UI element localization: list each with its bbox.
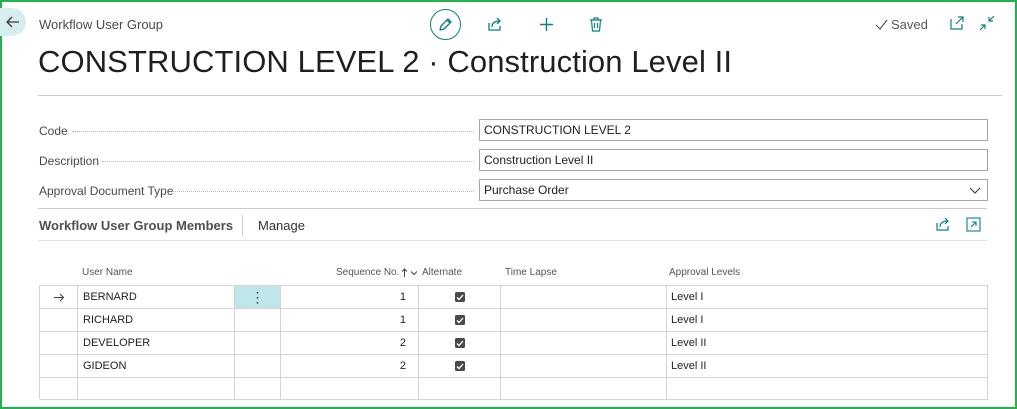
time-lapse-cell[interactable] bbox=[501, 286, 667, 308]
trash-icon bbox=[590, 16, 602, 32]
description-leader bbox=[102, 161, 474, 162]
row-menu-cell[interactable] bbox=[235, 332, 281, 354]
vertical-ellipsis-icon: ⋮ bbox=[250, 289, 265, 305]
approval-document-type-select[interactable]: Purchase Order bbox=[479, 179, 988, 201]
delete-button[interactable] bbox=[585, 9, 607, 39]
approval-level-cell[interactable]: Level I bbox=[667, 286, 988, 308]
right-arrow-icon bbox=[53, 293, 64, 301]
column-header-alternate[interactable]: Alternate bbox=[422, 267, 462, 278]
approval-document-type-leader bbox=[172, 191, 474, 192]
row-menu-button[interactable]: ⋮ bbox=[235, 286, 281, 308]
collapse-icon bbox=[979, 15, 995, 31]
part-header-divider bbox=[38, 240, 987, 241]
approval-level-cell[interactable]: Level II bbox=[667, 332, 988, 354]
new-table-row[interactable] bbox=[40, 377, 988, 400]
open-in-new-window-button[interactable] bbox=[949, 15, 967, 33]
chevron-down-icon bbox=[411, 270, 418, 275]
open-in-new-window-icon bbox=[950, 16, 964, 30]
user-name-cell[interactable]: BERNARD bbox=[78, 286, 235, 308]
pencil-icon bbox=[439, 18, 452, 31]
column-header-time-lapse[interactable]: Time Lapse bbox=[505, 267, 557, 278]
row-selector[interactable] bbox=[40, 378, 78, 400]
approval-document-type-label: Approval Document Type bbox=[39, 184, 174, 198]
expand-icon bbox=[966, 217, 981, 232]
checkbox-checked-icon bbox=[454, 361, 465, 371]
row-selector[interactable] bbox=[40, 355, 78, 377]
user-name-cell[interactable]: DEVELOPER bbox=[78, 332, 235, 354]
row-menu-cell[interactable] bbox=[235, 378, 281, 400]
manage-button[interactable]: Manage bbox=[258, 218, 305, 233]
sequence-no-cell[interactable]: 2 bbox=[281, 355, 419, 377]
time-lapse-cell[interactable] bbox=[501, 309, 667, 331]
alternate-checkbox[interactable] bbox=[419, 309, 501, 331]
page-title: CONSTRUCTION LEVEL 2 · Construction Leve… bbox=[38, 44, 733, 79]
table-row[interactable]: GIDEON 2 Level II bbox=[40, 354, 988, 377]
approval-level-cell[interactable]: Level I bbox=[667, 309, 988, 331]
column-header-sequence-no[interactable]: Sequence No. bbox=[336, 267, 418, 278]
description-label: Description bbox=[39, 154, 100, 168]
part-share-button[interactable] bbox=[935, 217, 951, 233]
members-part-title[interactable]: Workflow User Group Members bbox=[39, 218, 233, 233]
approval-document-type-value: Purchase Order bbox=[484, 183, 569, 197]
code-input[interactable] bbox=[479, 119, 988, 141]
sequence-no-cell[interactable] bbox=[281, 378, 419, 400]
sequence-no-cell[interactable]: 2 bbox=[281, 332, 419, 354]
time-lapse-cell[interactable] bbox=[501, 355, 667, 377]
column-header-user-name[interactable]: User Name bbox=[82, 267, 133, 278]
time-lapse-cell[interactable] bbox=[501, 378, 667, 400]
user-name-cell[interactable]: GIDEON bbox=[78, 355, 235, 377]
checkbox-checked-icon bbox=[454, 338, 465, 348]
user-name-cell[interactable]: RICHARD bbox=[78, 309, 235, 331]
table-row[interactable]: BERNARD ⋮ 1 Level I bbox=[40, 285, 988, 308]
saved-label: Saved bbox=[891, 17, 928, 32]
sequence-no-cell[interactable]: 1 bbox=[281, 286, 419, 308]
checkmark-icon bbox=[875, 19, 888, 30]
sequence-no-cell[interactable]: 1 bbox=[281, 309, 419, 331]
checkbox-checked-icon bbox=[454, 315, 465, 325]
plus-icon bbox=[539, 17, 553, 31]
checkbox-checked-icon bbox=[454, 292, 465, 302]
share-button[interactable] bbox=[484, 9, 506, 39]
approval-level-cell[interactable] bbox=[667, 378, 988, 400]
time-lapse-cell[interactable] bbox=[501, 332, 667, 354]
alternate-cell[interactable] bbox=[419, 378, 501, 400]
share-icon bbox=[936, 217, 949, 231]
new-button[interactable] bbox=[535, 9, 557, 39]
description-input[interactable] bbox=[479, 149, 988, 171]
collapse-button[interactable] bbox=[979, 15, 997, 33]
table-row[interactable]: RICHARD 1 Level I bbox=[40, 308, 988, 331]
part-header-separator bbox=[242, 215, 243, 236]
edit-button[interactable] bbox=[430, 9, 461, 40]
column-header-approval-levels[interactable]: Approval Levels bbox=[669, 267, 740, 278]
part-expand-button[interactable] bbox=[966, 217, 982, 233]
members-grid: BERNARD ⋮ 1 Level I RICHARD 1 Level I DE… bbox=[39, 285, 988, 400]
user-name-cell[interactable] bbox=[78, 378, 235, 400]
table-row[interactable]: DEVELOPER 2 Level II bbox=[40, 331, 988, 354]
row-selector[interactable] bbox=[40, 332, 78, 354]
row-selector[interactable] bbox=[40, 286, 78, 308]
approval-level-cell[interactable]: Level II bbox=[667, 355, 988, 377]
alternate-checkbox[interactable] bbox=[419, 286, 501, 308]
code-label: Code bbox=[39, 124, 68, 138]
alternate-checkbox[interactable] bbox=[419, 355, 501, 377]
code-leader bbox=[72, 131, 474, 132]
row-selector[interactable] bbox=[40, 309, 78, 331]
sort-ascending-icon bbox=[402, 267, 408, 277]
saved-status: Saved bbox=[875, 17, 928, 32]
alternate-checkbox[interactable] bbox=[419, 332, 501, 354]
row-menu-cell[interactable] bbox=[235, 309, 281, 331]
share-icon bbox=[488, 17, 501, 31]
row-menu-cell[interactable] bbox=[235, 355, 281, 377]
back-arrow-icon bbox=[6, 16, 19, 28]
column-header-sequence-no-label: Sequence No. bbox=[336, 267, 400, 278]
fields-divider bbox=[38, 208, 987, 209]
page-caption: Workflow User Group bbox=[39, 17, 164, 32]
title-divider bbox=[38, 95, 1002, 96]
